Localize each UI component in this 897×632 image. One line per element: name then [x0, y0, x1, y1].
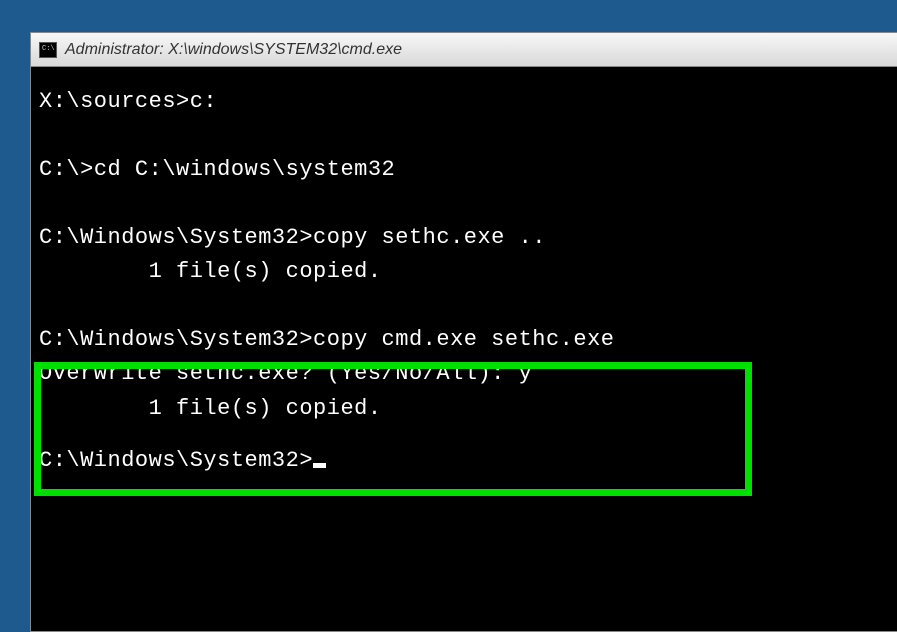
cmd-icon-text: C:\	[42, 46, 55, 53]
terminal-line: C:\Windows\System32>copy sethc.exe ..	[39, 221, 891, 255]
command: copy sethc.exe ..	[313, 225, 546, 250]
terminal-output: 1 file(s) copied.	[39, 255, 891, 289]
command: c:	[190, 89, 217, 114]
prompt: X:\sources>	[39, 89, 190, 114]
prompt: C:\Windows\System32>	[39, 225, 313, 250]
prompt: C:\Windows\System32>	[39, 448, 313, 473]
command: cd C:\windows\system32	[94, 157, 395, 182]
terminal-line: X:\sources>c:	[39, 85, 891, 119]
prompt: C:\Windows\System32>	[39, 327, 313, 352]
cmd-window: C:\ Administrator: X:\windows\SYSTEM32\c…	[30, 32, 897, 632]
window-title: Administrator: X:\windows\SYSTEM32\cmd.e…	[65, 41, 402, 59]
prompt: C:\>	[39, 157, 94, 182]
terminal-line: Overwrite sethc.exe? (Yes/No/All): y	[39, 357, 891, 391]
terminal-body[interactable]: X:\sources>c: C:\>cd C:\windows\system32…	[31, 67, 897, 631]
titlebar[interactable]: C:\ Administrator: X:\windows\SYSTEM32\c…	[31, 33, 897, 67]
terminal-line: C:\Windows\System32>	[39, 444, 891, 478]
terminal-output: 1 file(s) copied.	[39, 392, 891, 426]
overwrite-prompt: Overwrite sethc.exe? (Yes/No/All):	[39, 361, 519, 386]
command: copy cmd.exe sethc.exe	[313, 327, 614, 352]
terminal-line: C:\Windows\System32>copy cmd.exe sethc.e…	[39, 323, 891, 357]
terminal-line: C:\>cd C:\windows\system32	[39, 153, 891, 187]
user-input: y	[519, 361, 533, 386]
cursor	[313, 463, 326, 468]
cmd-icon: C:\	[39, 42, 57, 58]
